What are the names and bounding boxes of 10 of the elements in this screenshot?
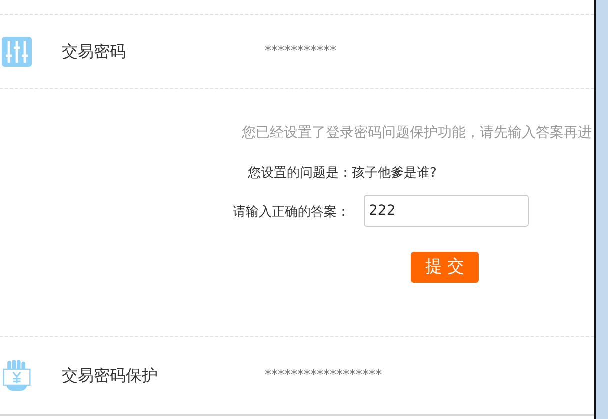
masked-value: ****************** (265, 366, 382, 385)
security-question: 您设置的问题是：孩子他爹是谁? (248, 165, 437, 183)
masked-value: *********** (265, 42, 336, 61)
answer-field[interactable]: 222 (364, 195, 529, 227)
hand-money-icon (2, 360, 32, 392)
notice-text: 您已经设置了登录密码问题保护功能，请先输入答案再进 (242, 124, 592, 143)
answer-label: 请输入正确的答案： (233, 204, 350, 222)
sliders-icon (2, 36, 32, 68)
setting-label: 交易密码保护 (62, 364, 159, 386)
setting-label: 交易密码 (62, 40, 127, 62)
